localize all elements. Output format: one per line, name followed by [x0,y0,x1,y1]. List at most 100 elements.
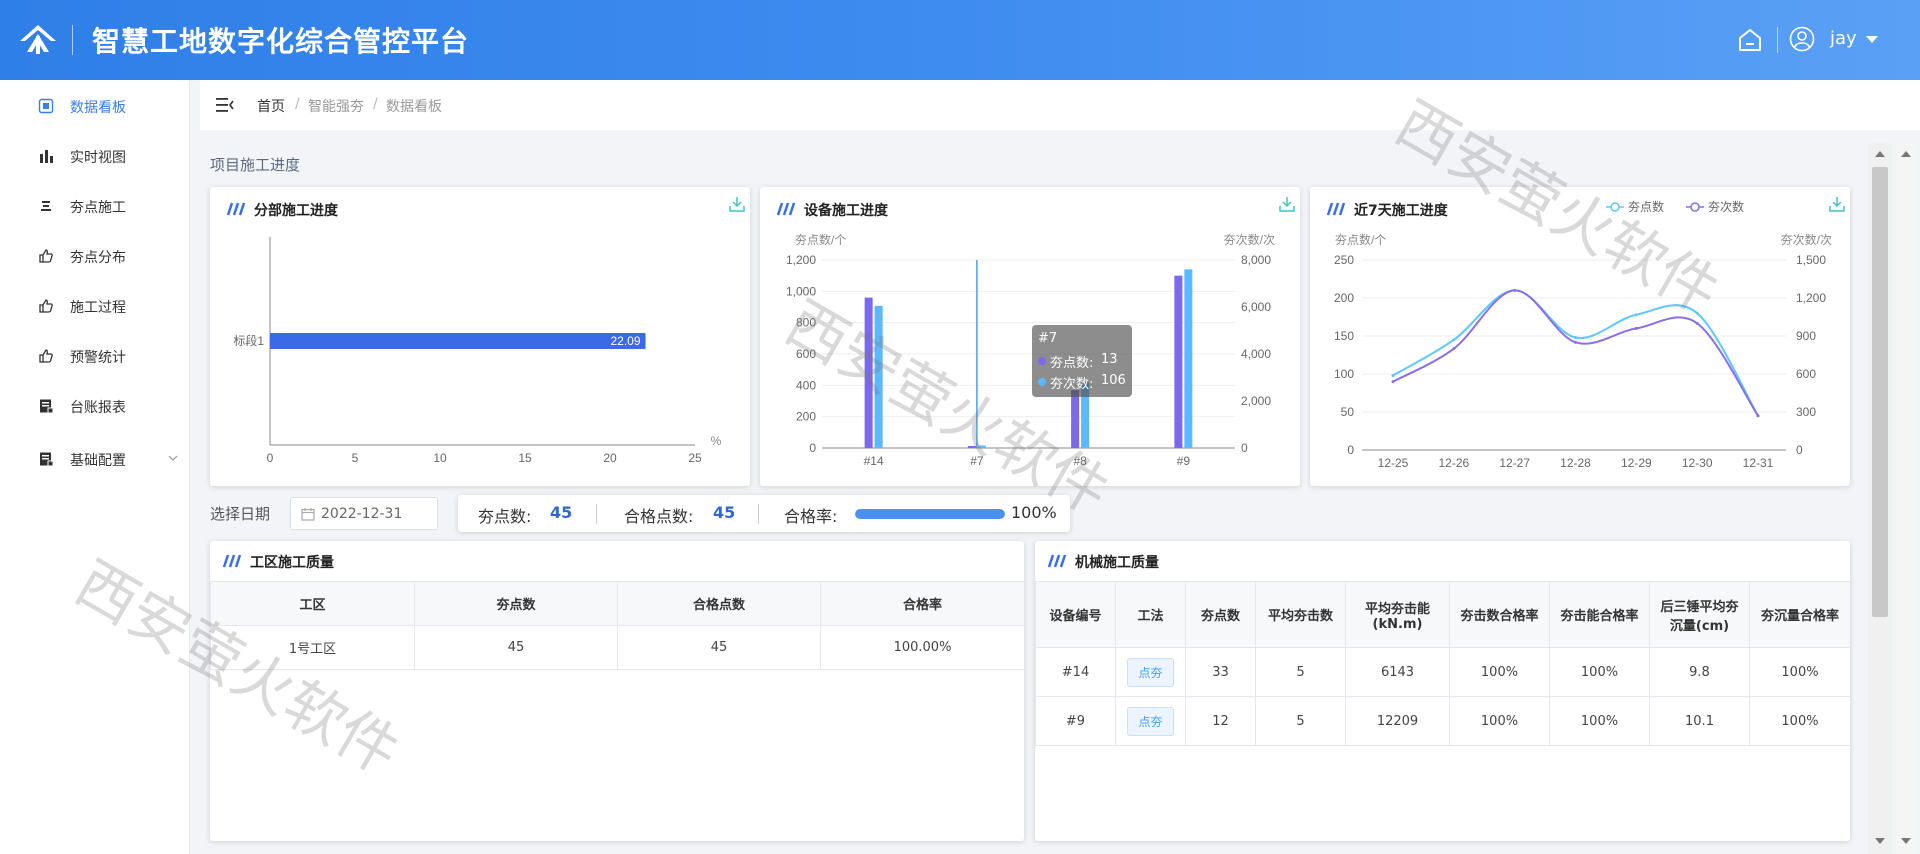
dashboard-icon [38,98,54,114]
title-decoration-icon [222,554,242,568]
chevron-down-icon [168,455,178,461]
tooltip-value: 106 [1101,373,1126,388]
user-avatar-icon[interactable] [1789,26,1815,52]
title-decoration-icon [1047,554,1067,568]
method-tag: 点夯 [1127,706,1174,736]
breadcrumb-separator: / [295,96,300,112]
tooltip-dot [1038,357,1046,365]
y-tick-label: 800 [796,316,816,330]
part-progress-card: 分部施工进度 0 5 10 15 20 25% 标段1 22.09 [210,187,750,486]
legend-marker-夯点数 [1610,202,1620,212]
y-right-tick-label: 6,000 [1241,300,1271,314]
table-cell: 点夯 [1115,696,1186,746]
weekly-progress-card: 近7天施工进度 0 50 100 150 200 250 0 300 600 900 1,200 1,… [1310,187,1850,486]
rate-progress-bar [855,509,1005,519]
table-cell: #9 [1035,696,1116,746]
table-header-row: 工区 夯点数 合格点数 合格率 [210,581,1024,626]
table-cell: 33 [1185,647,1256,697]
thumbs-up-icon [39,249,53,263]
sidebar-toggle-icon[interactable] [216,97,234,113]
outer-scrollbar[interactable] [1896,143,1916,854]
table-header-row: 设备编号 工法 夯点数 平均夯击数 平均夯击能(kN.m) 夯击数合格率 夯击能… [1035,581,1850,648]
sidebar: 数据看板 实时视图 夯点施工 夯点分布 施工过程 预警统计 台账报表 基础配置 [0,80,190,854]
sidebar-item-label: 预警统计 [70,350,126,366]
scroll-down-icon[interactable] [1901,837,1911,845]
column-header: 平均夯击数 [1255,581,1346,648]
machine-quality-card: 机械施工质量 设备编号 工法 夯点数 平均夯击数 平均夯击能(kN.m) 夯击数… [1035,541,1850,841]
sidebar-item-ledger-report[interactable]: 台账报表 [0,386,190,426]
y-tick-label: 0 [809,441,816,455]
point-夯点数 [1391,374,1395,378]
points-label: 夯点数: [478,507,532,526]
table-cell: 100% [1549,647,1650,697]
point-夯次数 [1452,347,1456,351]
sidebar-item-construction-process[interactable]: 施工过程 [0,286,190,326]
y-right-tick-label: 0 [1241,441,1248,455]
sidebar-item-label: 台账报表 [70,400,126,416]
breadcrumb-smart-tamping[interactable]: 智能强夯 [308,96,364,116]
logo-separator [72,25,73,55]
table-cell: 100% [1749,647,1850,697]
y-right-tick-label: 0 [1796,443,1803,457]
date-filter-label: 选择日期 [210,505,271,523]
sidebar-item-basic-config[interactable]: 基础配置 [0,439,190,479]
y-tick-label: 50 [1341,405,1355,419]
x-axis-unit: % [711,434,722,448]
table-row[interactable]: #14 点夯 33 5 6143 100% 100% 9.8 100% [1035,647,1850,697]
bar-夯次数 [874,305,883,448]
x-tick-label: 12-27 [1499,456,1530,470]
breadcrumb-current: 数据看板 [386,99,442,115]
point-夯点数 [1634,313,1638,317]
y-tick-label: 0 [1347,443,1354,457]
point-夯次数 [1756,414,1760,418]
stat-divider [758,504,759,524]
y-right-tick-label: 600 [1796,367,1816,381]
table-row[interactable]: 1号工区 45 45 100.00% [210,625,1024,670]
y-right-tick-label: 8,000 [1241,253,1271,267]
scroll-down-icon[interactable] [1875,837,1885,845]
bar-data-label: 22.09 [610,334,640,348]
thumbs-up-icon [39,349,53,363]
sidebar-item-realtime-view[interactable]: 实时视图 [0,136,190,176]
point-夯点数 [1695,311,1699,315]
breadcrumb-separator: / [373,96,378,112]
user-dropdown-caret-icon[interactable] [1866,36,1878,43]
equipment-progress-card: 设备施工进度 0 200 400 600 800 1,000 1,200 0 2,000 4,00… [760,187,1300,486]
breadcrumb-home[interactable]: 首页 [257,96,285,116]
y-tick-label: 1,000 [786,284,816,298]
x-tick-label: 10 [433,451,447,465]
tooltip-value: 13 [1101,352,1118,367]
x-tick-label: 12-28 [1560,456,1591,470]
scrollbar-thumb[interactable] [1872,167,1888,617]
sidebar-item-point-distribution[interactable]: 夯点分布 [0,236,190,276]
points-value: 45 [550,503,573,522]
rate-label: 合格率: [784,507,838,526]
sidebar-item-alert-statistics[interactable]: 预警统计 [0,336,190,376]
home-icon[interactable] [1736,26,1764,54]
sidebar-item-label: 基础配置 [70,453,126,469]
app-title: 智慧工地数字化综合管控平台 [92,25,470,58]
scroll-up-icon[interactable] [1875,150,1885,158]
sidebar-item-dashboard[interactable]: 数据看板 [0,86,190,126]
stat-divider [596,504,597,524]
date-picker[interactable]: 2022-12-31 [290,497,438,530]
column-header: 夯点数 [1185,581,1256,648]
x-tick-label: 5 [352,451,359,465]
bar-夯点数 [967,445,976,448]
bar-夯点数 [864,297,873,448]
table-cell: 点夯 [1115,647,1186,697]
vertical-scrollbar[interactable] [1868,143,1892,854]
user-name[interactable]: jay [1830,28,1857,49]
layers-icon [41,201,51,211]
scroll-up-icon[interactable] [1901,150,1911,158]
line-夯次数 [1392,289,1759,417]
sidebar-item-point-construction[interactable]: 夯点施工 [0,186,190,226]
x-tick-label: 12-31 [1743,456,1774,470]
table-row[interactable]: #9 点夯 12 5 12209 100% 100% 10.1 100% [1035,696,1850,746]
tooltip-label: 夯次数: [1050,377,1094,392]
y-right-tick-label: 2,000 [1241,394,1271,408]
column-header: 合格率 [820,581,1024,626]
y-right-tick-label: 900 [1796,329,1816,343]
table-cell: 1号工区 [210,625,415,670]
table-cell: 100.00% [820,625,1024,670]
